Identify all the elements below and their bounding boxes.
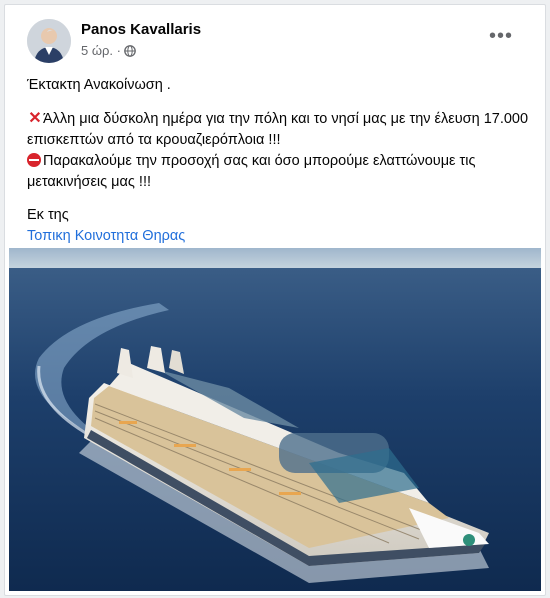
more-options-icon[interactable]: ••• — [489, 25, 513, 48]
post-time[interactable]: 5 ώρ. · — [81, 43, 121, 58]
post-meta: 5 ώρ. · — [81, 43, 136, 58]
post-line-1-text: Άλλη μια δύσκολη ημέρα για την πόλη και … — [27, 111, 529, 148]
post-title: Έκτακτη Ανακοίνωση . — [27, 77, 171, 93]
avatar-portrait — [27, 19, 71, 63]
post-text: Έκτακτη Ανακοίνωση . ✕Άλλη μια δύσκολη η… — [27, 75, 529, 247]
post-line-2: Παρακαλούμε την προσοχή σας και όσο μπορ… — [27, 151, 529, 193]
source-link[interactable]: Τοπικη Κοινοτητα Θηρας — [27, 228, 185, 244]
post-header: Panos Kavallaris 5 ώρ. · ••• — [27, 19, 531, 65]
cruise-ship-photo[interactable] — [9, 248, 541, 591]
author-name[interactable]: Panos Kavallaris — [81, 21, 201, 38]
red-cross-mark-icon: ✕ — [28, 110, 42, 127]
post-line-1: ✕Άλλη μια δύσκολη ημέρα για την πόλη και… — [27, 108, 529, 151]
source-label: Εκ της — [27, 207, 69, 223]
no-entry-icon — [27, 153, 41, 167]
facebook-post: Panos Kavallaris 5 ώρ. · ••• Έκτακτη Ανα… — [4, 4, 546, 596]
author-avatar[interactable] — [27, 19, 71, 63]
post-line-2-text: Παρακαλούμε την προσοχή σας και όσο μπορ… — [27, 153, 476, 190]
globe-icon — [124, 44, 136, 57]
ship-illustration — [9, 248, 541, 591]
